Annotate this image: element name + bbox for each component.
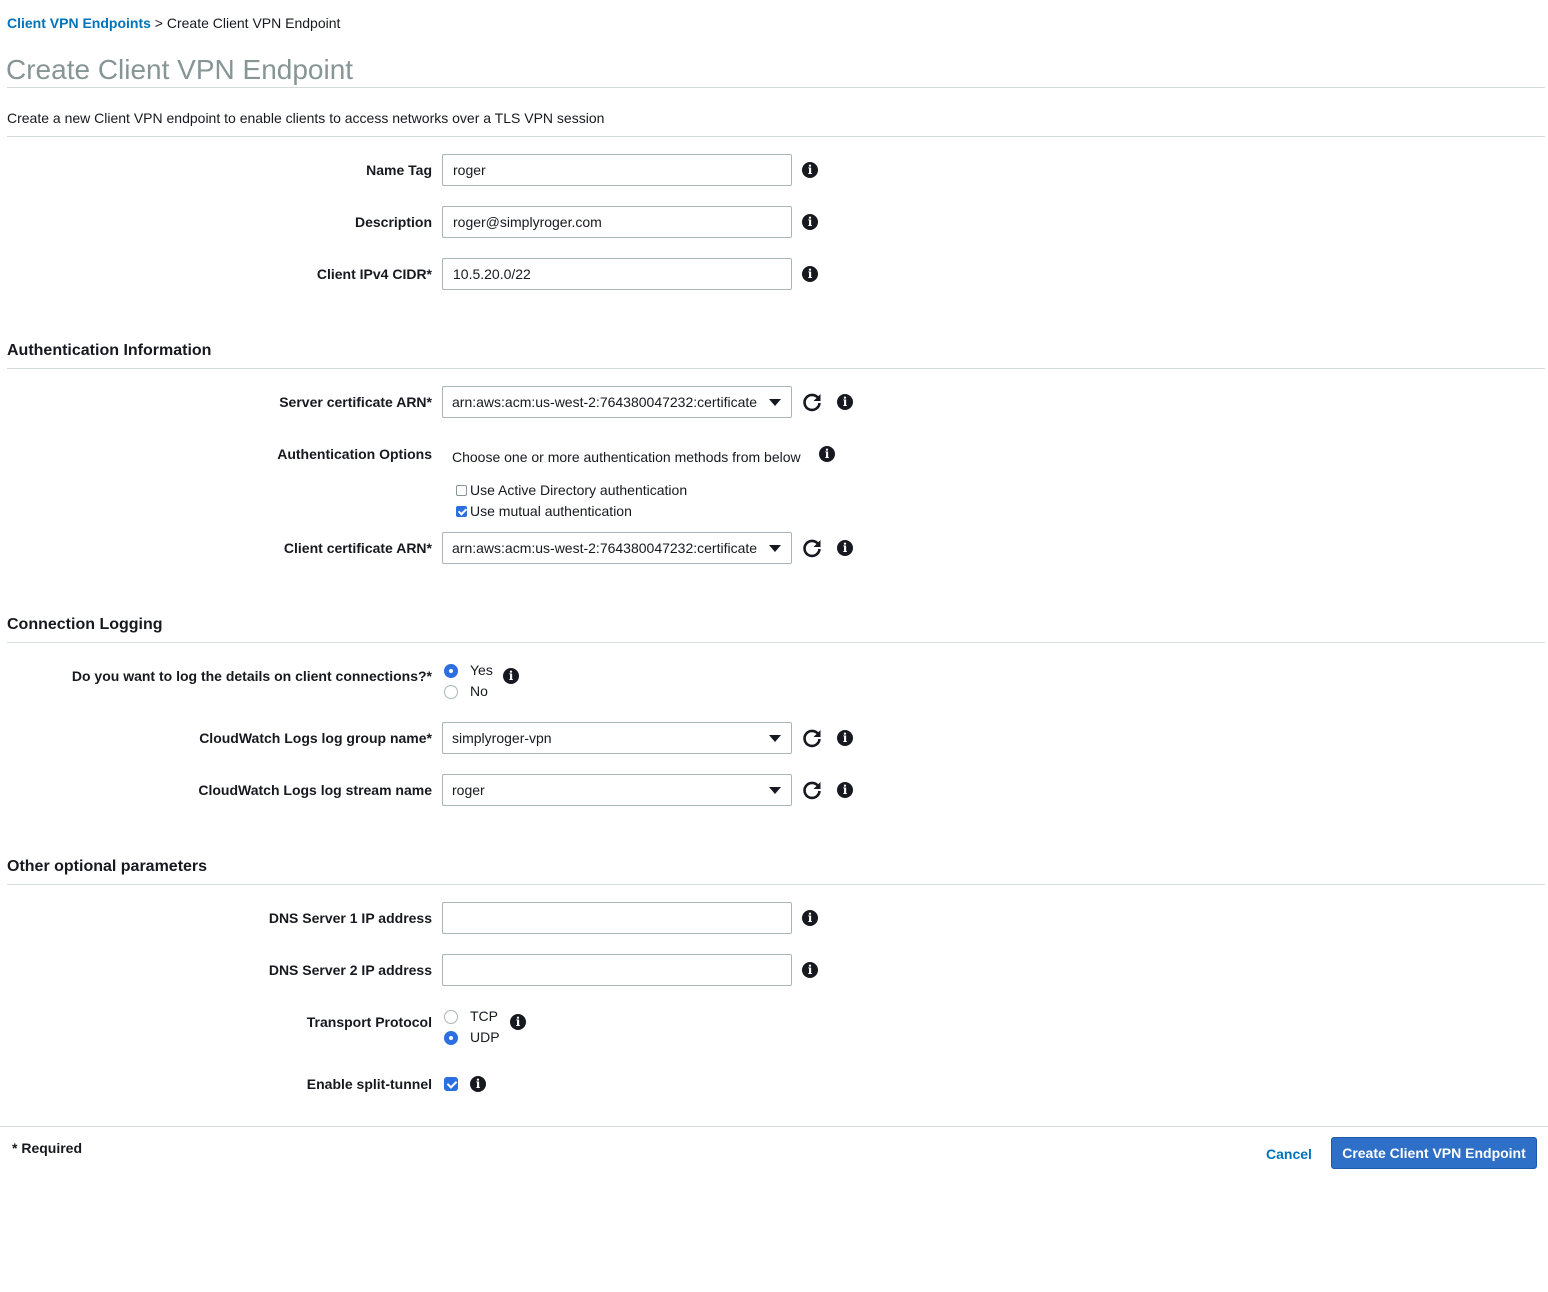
client-cert-label: Client certificate ARN* [283, 540, 432, 556]
required-note: * Required [12, 1140, 83, 1156]
client-cert-value: arn:aws:acm:us-west-2:764380047232:certi… [452, 540, 757, 556]
info-icon[interactable]: i [470, 1076, 486, 1092]
server-cert-select[interactable]: arn:aws:acm:us-west-2:764380047232:certi… [442, 386, 792, 418]
log-no-label: No [470, 683, 488, 699]
log-connections-label: Do you want to log the details on client… [71, 668, 432, 684]
chevron-down-icon [769, 399, 781, 406]
info-icon[interactable]: i [802, 910, 818, 926]
info-icon[interactable]: i [510, 1014, 526, 1030]
section-divider [7, 884, 1545, 885]
log-stream-select[interactable]: roger [442, 774, 792, 806]
info-icon[interactable]: i [837, 782, 853, 798]
server-cert-label: Server certificate ARN* [279, 394, 432, 410]
dns1-input[interactable] [442, 902, 792, 934]
log-group-select[interactable]: simplyroger-vpn [442, 722, 792, 754]
transport-protocol-label: Transport Protocol [306, 1014, 432, 1030]
transport-udp-label: UDP [470, 1029, 500, 1045]
chevron-down-icon [769, 735, 781, 742]
client-cidr-label: Client IPv4 CIDR* [316, 266, 432, 282]
log-no-radio[interactable] [444, 685, 458, 699]
info-icon[interactable]: i [503, 668, 519, 684]
log-yes-radio[interactable] [444, 664, 458, 678]
page-title: Create Client VPN Endpoint [6, 54, 354, 85]
cancel-button[interactable]: Cancel [1266, 1144, 1312, 1164]
section-title-authentication: Authentication Information [7, 342, 212, 359]
info-icon[interactable]: i [819, 446, 835, 462]
active-directory-checkbox[interactable] [456, 485, 467, 496]
breadcrumb-link-client-vpn-endpoints[interactable]: Client VPN Endpoints [7, 15, 151, 31]
log-stream-label: CloudWatch Logs log stream name [198, 782, 432, 798]
transport-tcp-radio[interactable] [444, 1010, 458, 1024]
log-stream-value: roger [452, 782, 485, 798]
name-tag-label: Name Tag [366, 162, 432, 178]
page-intro: Create a new Client VPN endpoint to enab… [7, 110, 605, 126]
chevron-down-icon [769, 787, 781, 794]
dns2-input[interactable] [442, 954, 792, 986]
name-tag-input[interactable] [442, 154, 792, 186]
info-icon[interactable]: i [802, 214, 818, 230]
info-icon[interactable]: i [802, 962, 818, 978]
transport-udp-radio[interactable] [444, 1031, 458, 1045]
info-icon[interactable]: i [837, 730, 853, 746]
breadcrumb-current: Create Client VPN Endpoint [166, 15, 341, 31]
title-divider [7, 87, 1545, 88]
section-title-connection-logging: Connection Logging [7, 616, 163, 633]
mutual-auth-checkbox[interactable] [456, 506, 467, 517]
refresh-icon[interactable] [801, 727, 823, 749]
client-cert-select[interactable]: arn:aws:acm:us-west-2:764380047232:certi… [442, 532, 792, 564]
log-yes-label: Yes [470, 662, 493, 678]
breadcrumb-separator: > [154, 15, 163, 31]
split-tunnel-label: Enable split-tunnel [306, 1076, 432, 1092]
transport-tcp-label: TCP [470, 1008, 498, 1024]
client-cidr-input[interactable] [442, 258, 792, 290]
chevron-down-icon [769, 545, 781, 552]
create-endpoint-button[interactable]: Create Client VPN Endpoint [1331, 1137, 1537, 1169]
refresh-icon[interactable] [801, 779, 823, 801]
info-icon[interactable]: i [837, 540, 853, 556]
info-icon[interactable]: i [802, 162, 818, 178]
refresh-icon[interactable] [801, 391, 823, 413]
server-cert-value: arn:aws:acm:us-west-2:764380047232:certi… [452, 394, 757, 410]
log-group-label: CloudWatch Logs log group name* [199, 730, 432, 746]
section-divider [7, 642, 1545, 643]
mutual-auth-label: Use mutual authentication [470, 503, 632, 519]
dns1-label: DNS Server 1 IP address [268, 910, 432, 926]
footer-divider [0, 1126, 1548, 1127]
auth-options-helper: Choose one or more authentication method… [452, 449, 801, 465]
description-label: Description [354, 214, 432, 230]
split-tunnel-checkbox[interactable] [444, 1077, 458, 1091]
info-icon[interactable]: i [837, 394, 853, 410]
auth-options-label: Authentication Options [277, 446, 432, 462]
info-icon[interactable]: i [802, 266, 818, 282]
active-directory-label: Use Active Directory authentication [470, 482, 688, 498]
intro-divider [7, 136, 1545, 137]
section-title-optional-parameters: Other optional parameters [7, 858, 208, 875]
log-group-value: simplyroger-vpn [452, 730, 552, 746]
section-divider [7, 368, 1545, 369]
refresh-icon[interactable] [801, 537, 823, 559]
description-input[interactable] [442, 206, 792, 238]
dns2-label: DNS Server 2 IP address [268, 962, 432, 978]
breadcrumb: Client VPN Endpoints > Create Client VPN… [7, 14, 340, 32]
